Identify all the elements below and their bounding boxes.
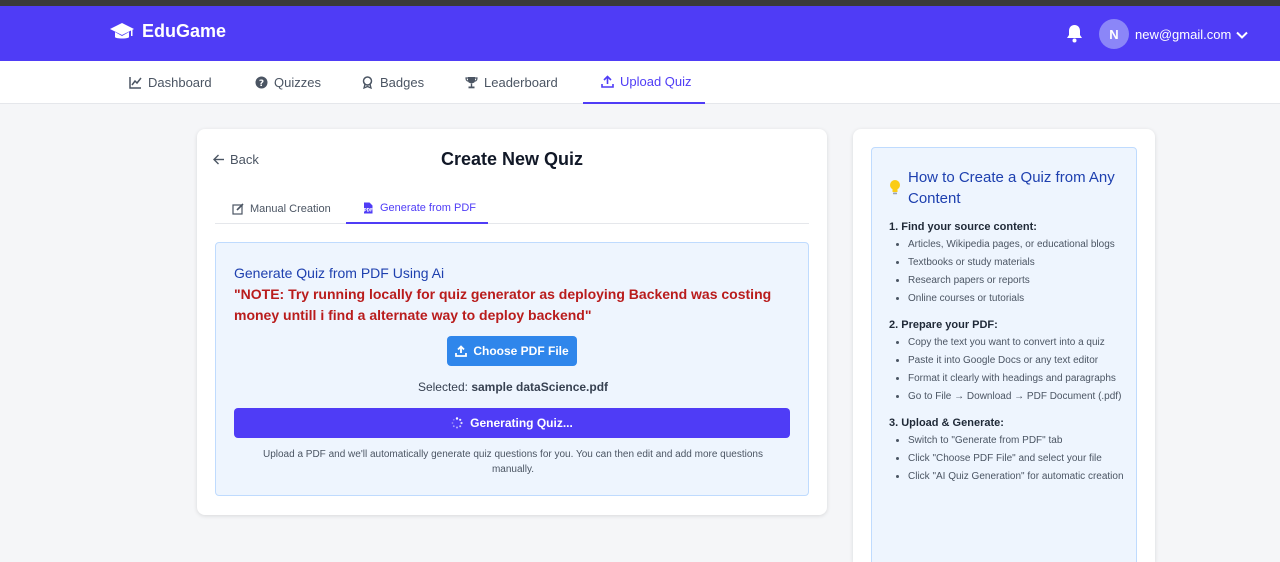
step-title: 1. Find your source content: bbox=[889, 221, 1037, 233]
bell-icon[interactable] bbox=[1066, 24, 1083, 43]
list-item: Textbooks or study materials bbox=[908, 256, 1129, 270]
generate-quiz-label: Generating Quiz... bbox=[470, 416, 573, 430]
tab-generate-from-pdf-label: Generate from PDF bbox=[380, 201, 476, 214]
pdf-panel-heading: Generate Quiz from PDF Using Ai bbox=[234, 265, 445, 281]
page-title: Create New Quiz bbox=[440, 149, 584, 169]
tab-generate-from-pdf[interactable]: PDF Generate from PDF bbox=[346, 193, 488, 224]
step-list: Switch to "Generate from PDF" tab Click … bbox=[889, 434, 1129, 484]
create-quiz-card: Back Create New Quiz Manual Creation PDF… bbox=[197, 129, 827, 515]
deployment-note: "NOTE: Try running locally for quiz gene… bbox=[234, 286, 772, 323]
list-item: Click "AI Quiz Generation" for automatic… bbox=[908, 470, 1129, 484]
svg-text:?: ? bbox=[259, 79, 264, 89]
graduation-cap-icon bbox=[110, 22, 134, 38]
list-item: Go to File → Download → PDF Document (.p… bbox=[908, 390, 1129, 404]
main-nav: Dashboard ? Quizzes Badges Leaderboard U… bbox=[0, 61, 1280, 104]
nav-upload-quiz-label: Upload Quiz bbox=[620, 74, 692, 89]
selected-file-name: sample dataScience.pdf bbox=[471, 380, 609, 394]
pdf-help-text: Upload a PDF and we'll automatically gen… bbox=[262, 449, 763, 475]
nav-leaderboard[interactable]: Leaderboard bbox=[465, 61, 558, 104]
pdf-generator-panel: Generate Quiz from PDF Using Ai "NOTE: T… bbox=[215, 242, 809, 496]
list-item: Online courses or tutorials bbox=[908, 292, 1129, 306]
nav-badges[interactable]: Badges bbox=[361, 61, 424, 104]
generate-quiz-button[interactable]: Generating Quiz... bbox=[234, 408, 790, 438]
guide-panel: How to Create a Quiz from Any Content 1.… bbox=[871, 147, 1137, 562]
svg-text:PDF: PDF bbox=[364, 207, 373, 212]
list-item: Research papers or reports bbox=[908, 274, 1129, 288]
app-header: EduGame N new@gmail.com bbox=[0, 6, 1280, 61]
brand-logo[interactable]: EduGame bbox=[110, 21, 226, 42]
edit-icon bbox=[232, 202, 244, 215]
question-circle-icon: ? bbox=[255, 76, 268, 89]
trophy-icon bbox=[465, 77, 478, 89]
choose-pdf-button[interactable]: Choose PDF File bbox=[447, 336, 577, 366]
list-item: Copy the text you want to convert into a… bbox=[908, 336, 1129, 350]
chevron-down-icon bbox=[1236, 31, 1248, 39]
user-menu[interactable]: new@gmail.com bbox=[1135, 27, 1248, 42]
tab-manual-creation-label: Manual Creation bbox=[250, 202, 331, 215]
step-title: 3. Upload & Generate: bbox=[889, 417, 1004, 429]
list-item: Switch to "Generate from PDF" tab bbox=[908, 434, 1129, 448]
selected-prefix: Selected: bbox=[417, 380, 468, 394]
avatar[interactable]: N bbox=[1099, 19, 1129, 49]
step-title: 2. Prepare your PDF: bbox=[889, 319, 998, 331]
nav-dashboard[interactable]: Dashboard bbox=[129, 61, 212, 104]
list-item: Paste it into Google Docs or any text ed… bbox=[908, 354, 1129, 368]
nav-quizzes-label: Quizzes bbox=[274, 75, 321, 90]
upload-icon bbox=[601, 75, 614, 88]
nav-leaderboard-label: Leaderboard bbox=[484, 75, 558, 90]
lightbulb-icon bbox=[890, 180, 900, 195]
list-item: Articles, Wikipedia pages, or educationa… bbox=[908, 238, 1129, 252]
guide-card: How to Create a Quiz from Any Content 1.… bbox=[853, 129, 1155, 562]
creation-tabs: Manual Creation PDF Generate from PDF bbox=[215, 193, 809, 224]
nav-upload-quiz[interactable]: Upload Quiz bbox=[583, 61, 705, 104]
guide-title: How to Create a Quiz from Any Content bbox=[908, 169, 1115, 207]
nav-badges-label: Badges bbox=[380, 75, 425, 90]
spinner-icon bbox=[451, 417, 463, 429]
nav-dashboard-label: Dashboard bbox=[148, 75, 212, 90]
list-item: Click "Choose PDF File" and select your … bbox=[908, 452, 1129, 466]
choose-pdf-label: Choose PDF File bbox=[473, 344, 569, 358]
guide-steps: 1. Find your source content: Articles, W… bbox=[889, 221, 1129, 497]
brand-name: EduGame bbox=[142, 21, 227, 41]
nav-quizzes[interactable]: ? Quizzes bbox=[255, 61, 321, 104]
step-list: Articles, Wikipedia pages, or educationa… bbox=[889, 238, 1129, 306]
user-email: new@gmail.com bbox=[1135, 27, 1232, 42]
file-pdf-icon: PDF bbox=[364, 202, 373, 213]
step-list: Copy the text you want to convert into a… bbox=[889, 336, 1129, 404]
list-item: Format it clearly with headings and para… bbox=[908, 372, 1129, 386]
selected-file-info: Selected: sample dataScience.pdf bbox=[216, 380, 810, 394]
tab-manual-creation[interactable]: Manual Creation bbox=[215, 193, 346, 224]
upload-icon bbox=[455, 345, 468, 357]
award-icon bbox=[362, 76, 373, 89]
chart-line-icon bbox=[129, 77, 142, 89]
